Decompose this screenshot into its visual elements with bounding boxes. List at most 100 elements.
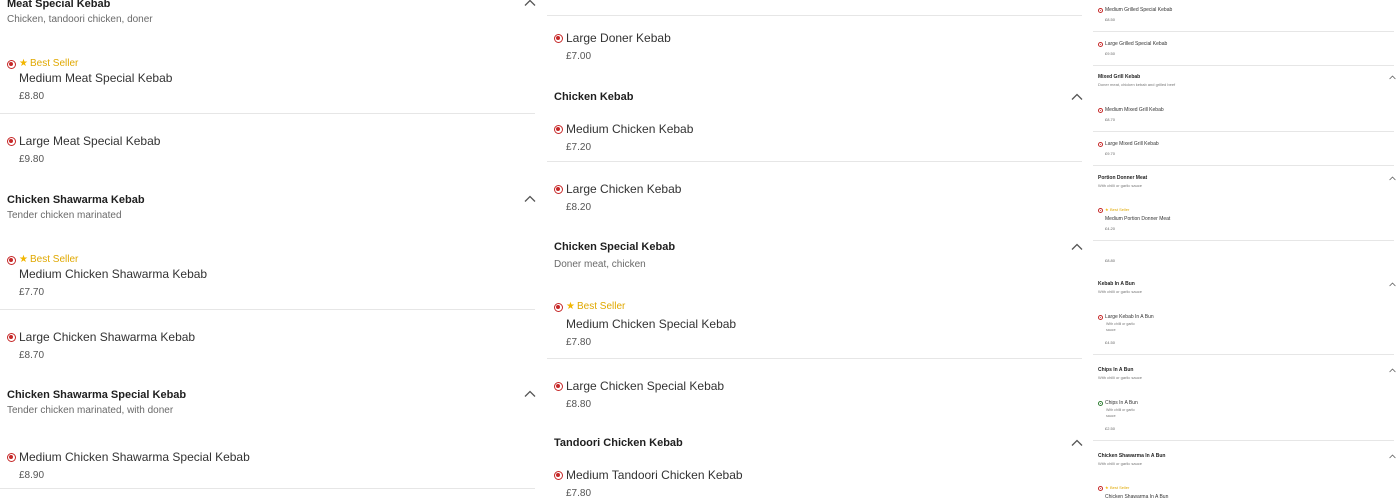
chevron-up-icon[interactable] [524, 388, 536, 400]
divider [1093, 65, 1394, 66]
item-name[interactable]: Large Grilled Special Kebab [1105, 41, 1167, 47]
item-price: £9.70 [1105, 151, 1116, 156]
category-title[interactable]: Meat Special Kebab [7, 0, 110, 10]
category-title[interactable]: Chips In A Bun [1098, 367, 1133, 373]
category-title[interactable]: Mixed Grill Kebab [1098, 74, 1140, 80]
item-price: £7.70 [19, 287, 45, 298]
category-title[interactable]: Chicken Kebab [554, 91, 633, 103]
category-description: Doner meat, chicken kebab and grilled be… [1098, 82, 1176, 87]
category-title[interactable]: Chicken Shawarma Kebab [7, 194, 145, 206]
category-description: With chilli or garlic sauce [1098, 289, 1143, 294]
divider [0, 488, 535, 489]
chevron-up-icon[interactable] [1389, 367, 1396, 374]
chevron-up-icon[interactable] [1071, 241, 1083, 253]
category-description: Doner meat, chicken [554, 259, 646, 270]
item-price: £8.90 [19, 470, 45, 481]
divider [547, 161, 1082, 162]
non-veg-icon [7, 256, 16, 265]
item-name[interactable]: Medium Mixed Grill Kebab [1105, 107, 1164, 113]
item-name[interactable]: Large Chicken Shawarma Kebab [19, 330, 195, 344]
item-name[interactable]: Medium Tandoori Chicken Kebab [566, 468, 743, 482]
chevron-up-icon[interactable] [1071, 91, 1083, 103]
category-title[interactable]: Kebab In A Bun [1098, 281, 1135, 287]
item-price: £8.80 [19, 91, 45, 102]
item-name[interactable]: Large Chicken Special Kebab [566, 379, 724, 393]
star-icon: ★ [19, 254, 28, 265]
item-price: £4.20 [1105, 226, 1116, 231]
category-description: Tender chicken marinated [7, 210, 122, 221]
item-name[interactable]: Medium Portion Donner Meat [1105, 216, 1170, 222]
item-name[interactable]: Medium Chicken Kebab [566, 122, 693, 136]
divider [547, 15, 1082, 16]
item-name[interactable]: Chips In A Bun [1105, 400, 1138, 406]
item-name[interactable]: Large Mixed Grill Kebab [1105, 141, 1159, 147]
category-title[interactable]: Portion Donner Meat [1098, 175, 1147, 181]
item-price: £7.80 [566, 337, 592, 348]
non-veg-icon [1098, 486, 1103, 491]
item-name[interactable]: Medium Chicken Shawarma Kebab [19, 267, 207, 281]
item-price: £8.50 [1105, 17, 1116, 22]
chevron-up-icon[interactable] [1071, 437, 1083, 449]
non-veg-icon [1098, 8, 1103, 13]
item-price: £8.80 [566, 399, 592, 410]
item-price: £7.00 [566, 51, 592, 62]
star-icon: ★ [1105, 485, 1109, 490]
star-icon: ★ [1105, 207, 1109, 212]
chevron-up-icon[interactable] [1389, 74, 1396, 81]
category-description: With chilli or garlic sauce [1098, 461, 1143, 466]
divider [1093, 31, 1394, 32]
item-price: £2.50 [1105, 426, 1116, 431]
category-title[interactable]: Chicken Shawarma Special Kebab [7, 389, 186, 401]
best-seller-badge: Best Seller [577, 301, 626, 312]
non-veg-icon [7, 137, 16, 146]
item-name[interactable]: Large Meat Special Kebab [19, 134, 160, 148]
item-price: £9.80 [19, 154, 45, 165]
category-title[interactable]: Chicken Special Kebab [554, 241, 675, 253]
item-price: £4.50 [1105, 340, 1116, 345]
category-description: Chicken, tandoori chicken, doner [7, 14, 153, 25]
item-name[interactable]: Large Doner Kebab [566, 31, 671, 45]
non-veg-icon [554, 185, 563, 194]
chevron-up-icon[interactable] [1389, 281, 1396, 288]
item-name[interactable]: Medium Chicken Special Kebab [566, 317, 736, 331]
divider [0, 113, 535, 114]
item-name[interactable]: Chicken Shawarma In A Bun [1105, 494, 1168, 500]
category-title[interactable]: Tandoori Chicken Kebab [554, 437, 683, 449]
star-icon: ★ [19, 58, 28, 69]
non-veg-icon [7, 60, 16, 69]
category-title[interactable]: Chicken Shawarma In A Bun [1098, 453, 1165, 459]
divider [547, 358, 1082, 359]
chevron-up-icon[interactable] [1389, 175, 1396, 182]
item-price: £9.50 [1105, 51, 1116, 56]
non-veg-icon [1098, 108, 1103, 113]
non-veg-icon [7, 333, 16, 342]
item-name[interactable]: Medium Chicken Shawarma Special Kebab [19, 450, 250, 464]
category-description: Tender chicken marinated, with doner [7, 405, 174, 416]
item-price: £7.20 [566, 142, 592, 153]
chevron-up-icon[interactable] [1389, 453, 1396, 460]
non-veg-icon [7, 453, 16, 462]
non-veg-icon [1098, 208, 1103, 213]
item-name[interactable]: Medium Grilled Special Kebab [1105, 7, 1172, 13]
divider [1093, 165, 1394, 166]
non-veg-icon [1098, 315, 1103, 320]
best-seller-badge: Best Seller [30, 58, 79, 69]
menu-column-3: Medium Grilled Special Kebab £8.50 Large G… [1093, 0, 1400, 500]
menu-column-2: Large Doner Kebab £7.00 Chicken Kebab Mediu… [547, 0, 1092, 500]
chevron-up-icon[interactable] [524, 0, 536, 9]
item-name[interactable]: Medium Meat Special Kebab [19, 71, 172, 85]
item-name[interactable]: Large Chicken Kebab [566, 182, 681, 196]
item-description: sauce [1106, 328, 1116, 332]
best-seller-badge: Best Seller [1110, 207, 1130, 212]
item-name[interactable]: Large Kebab In A Bun [1105, 314, 1154, 320]
veg-icon [1098, 401, 1103, 406]
item-price: £8.70 [1105, 117, 1116, 122]
chevron-up-icon[interactable] [524, 193, 536, 205]
non-veg-icon [1098, 42, 1103, 47]
non-veg-icon [554, 471, 563, 480]
menu-column-1: Meat Special Kebab Chicken, tandoori chic… [0, 0, 545, 500]
divider [0, 309, 535, 310]
non-veg-icon [554, 303, 563, 312]
item-price: £8.20 [566, 202, 592, 213]
divider [1093, 240, 1394, 241]
